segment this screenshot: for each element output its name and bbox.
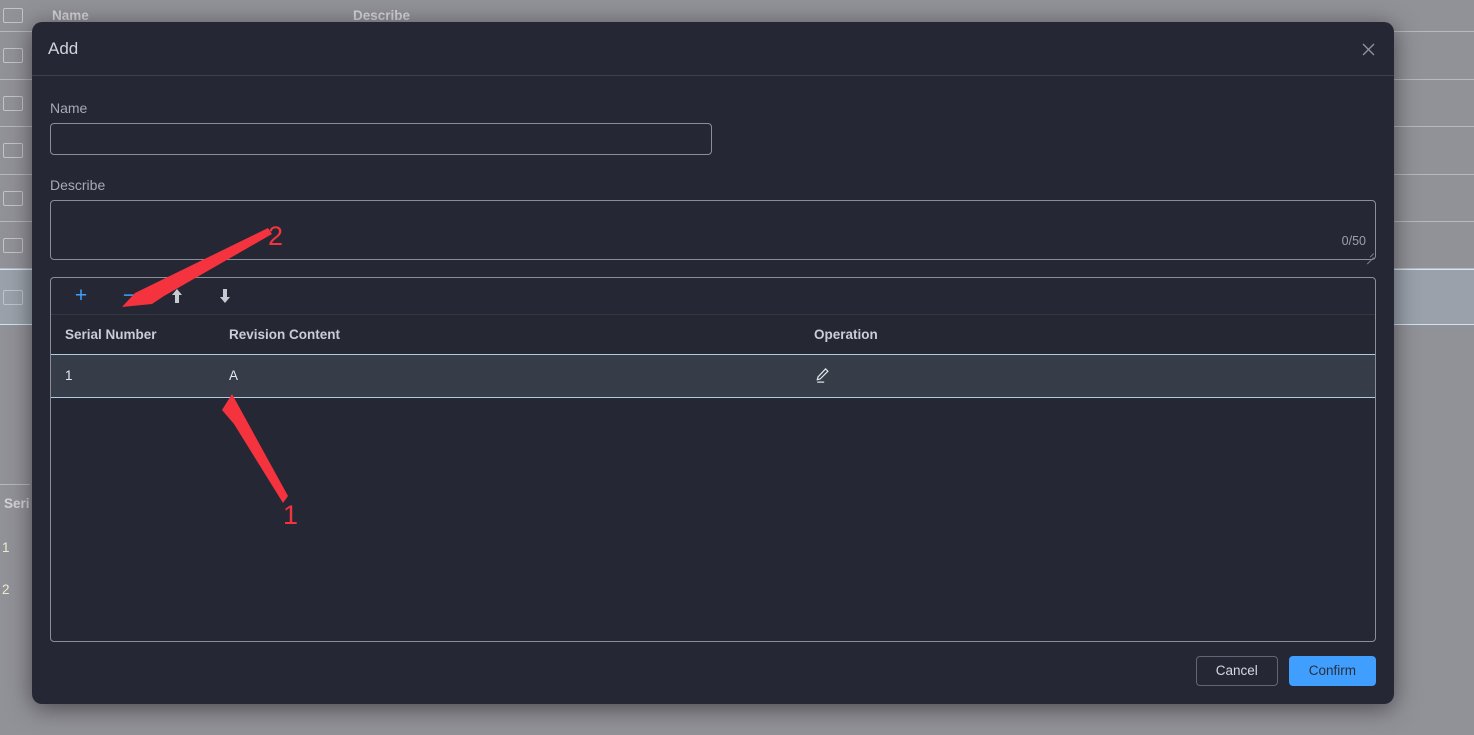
move-up-button[interactable]	[159, 281, 195, 311]
describe-field-wrapper: 0/50	[50, 200, 1376, 265]
row-checkbox[interactable]	[3, 191, 23, 206]
background-subtable-header: Seri	[4, 496, 30, 511]
row-checkbox[interactable]	[3, 143, 23, 158]
revision-content-cell[interactable]: A	[215, 354, 799, 398]
operation-cell	[799, 354, 1375, 398]
revision-table: Serial Number Revision Content Operation…	[51, 315, 1375, 398]
close-icon[interactable]	[1358, 39, 1378, 59]
column-header-revision-content[interactable]: Revision Content	[215, 315, 799, 355]
name-field-label: Name	[50, 100, 88, 116]
background-subtable-cell: 2	[2, 582, 10, 597]
dialog-header: Add	[32, 22, 1394, 76]
pencil-edit-icon[interactable]	[814, 367, 832, 385]
row-checkbox[interactable]	[3, 238, 23, 253]
revision-table-panel: + − Serial Number Revision Content Opera…	[50, 277, 1376, 642]
revision-table-toolbar: + −	[51, 278, 1375, 315]
dialog-body: Name Describe 0/50 + − Serial Number Rev…	[32, 100, 1394, 642]
table-row[interactable]: 1 A	[51, 354, 1375, 398]
row-checkbox[interactable]	[3, 48, 23, 63]
remove-row-button[interactable]: −	[111, 281, 147, 311]
cancel-button[interactable]: Cancel	[1195, 655, 1278, 686]
add-row-button[interactable]: +	[63, 281, 99, 311]
select-all-checkbox[interactable]	[3, 8, 23, 23]
column-header-serial-number[interactable]: Serial Number	[51, 315, 215, 355]
revision-table-header-row: Serial Number Revision Content Operation	[51, 315, 1375, 355]
background-divider	[0, 484, 30, 485]
row-checkbox[interactable]	[3, 290, 23, 305]
background-subtable-cell: 1	[2, 540, 10, 555]
revision-table-head: Serial Number Revision Content Operation	[51, 315, 1375, 355]
row-checkbox[interactable]	[3, 96, 23, 111]
describe-field-label: Describe	[50, 177, 106, 193]
confirm-button[interactable]: Confirm	[1288, 655, 1376, 686]
revision-table-body: 1 A	[51, 354, 1375, 398]
describe-textarea[interactable]	[50, 200, 1376, 260]
serial-number-cell: 1	[51, 354, 215, 398]
dialog-footer: Cancel Confirm	[1195, 637, 1376, 704]
move-down-button[interactable]	[207, 281, 243, 311]
name-input[interactable]	[50, 123, 712, 155]
add-dialog: Add Name Describe 0/50 + − Serial Number…	[32, 22, 1394, 704]
column-header-operation[interactable]: Operation	[799, 315, 1375, 355]
dialog-title: Add	[48, 39, 79, 58]
